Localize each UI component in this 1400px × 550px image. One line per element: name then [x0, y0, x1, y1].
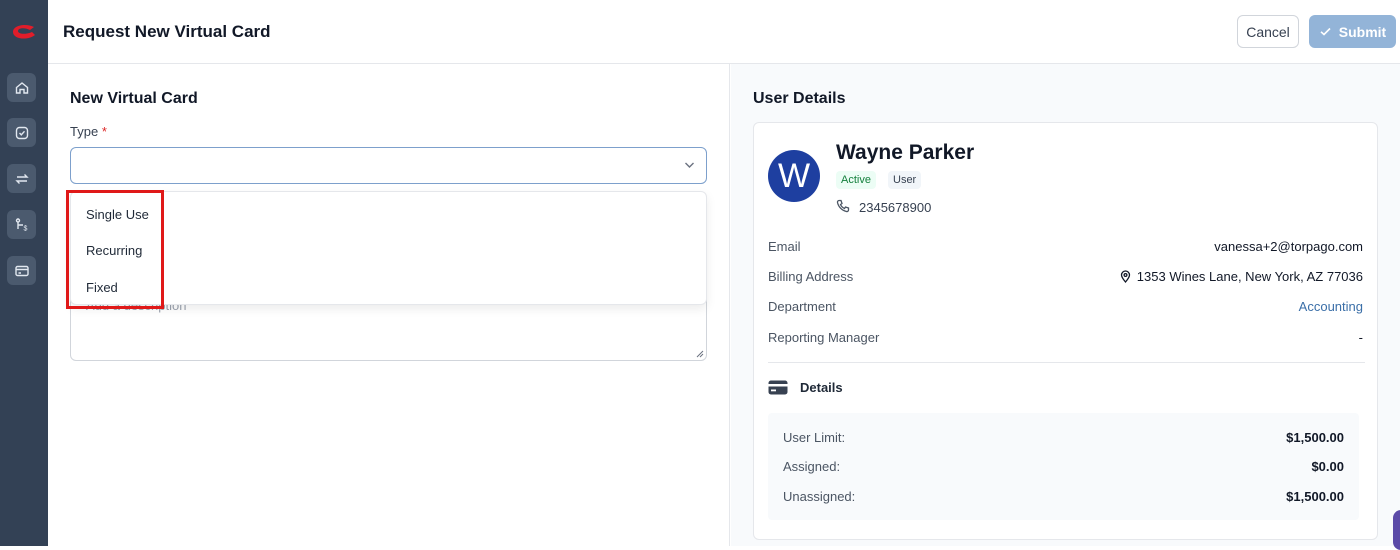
page-title: Request New Virtual Card: [63, 22, 271, 41]
chevron-down-icon: [685, 162, 694, 168]
details-header: Details: [768, 380, 843, 395]
submit-label: Submit: [1338, 23, 1387, 40]
sidebar: $: [0, 0, 48, 546]
sidebar-item-home[interactable]: [7, 73, 36, 102]
avatar: W: [768, 150, 820, 202]
role-badge: User: [888, 171, 922, 189]
sidebar-item-cards[interactable]: [7, 256, 36, 285]
status-badge: Active: [836, 171, 876, 189]
brand-logo[interactable]: [10, 22, 38, 42]
svg-text:$: $: [23, 225, 27, 232]
unassigned-value: $1,500.00: [1286, 489, 1344, 504]
billing-address-text: 1353 Wines Lane, New York, AZ 77036: [1136, 269, 1363, 284]
type-label: Type *: [70, 124, 107, 139]
help-widget-edge[interactable]: [1393, 510, 1400, 550]
email-label: Email: [768, 239, 801, 254]
check-icon: [1320, 27, 1331, 36]
limits-summary: User Limit: $1,500.00 Assigned: $0.00 Un…: [768, 413, 1359, 520]
transfer-icon: [14, 173, 29, 184]
user-details-panel: User Details W Wayne Parker Active User …: [731, 64, 1400, 546]
department-label: Department: [768, 299, 836, 314]
reporting-manager-label: Reporting Manager: [768, 330, 880, 345]
resize-handle[interactable]: [696, 350, 704, 358]
workflow-icon: $: [15, 217, 27, 232]
sidebar-item-workflows[interactable]: $: [7, 210, 36, 239]
type-label-text: Type: [70, 124, 99, 139]
billing-address-value: 1353 Wines Lane, New York, AZ 77036: [1120, 269, 1363, 284]
submit-button[interactable]: Submit: [1309, 15, 1396, 48]
user-card: W Wayne Parker Active User 2345678900 Em…: [753, 122, 1378, 540]
type-select[interactable]: [70, 147, 707, 184]
user-limit-value: $1,500.00: [1286, 430, 1344, 445]
card-icon: [14, 265, 29, 276]
phone-icon: [836, 199, 850, 213]
assigned-label: Assigned:: [783, 459, 841, 474]
details-title: Details: [800, 380, 843, 395]
page-header: Request New Virtual Card Cancel Submit: [48, 0, 1400, 64]
annotation-highlight-box: [66, 190, 164, 309]
sidebar-item-transactions[interactable]: [7, 164, 36, 193]
billing-address-label: Billing Address: [768, 269, 854, 284]
required-mark: *: [101, 124, 107, 139]
user-section-title: User Details: [753, 90, 846, 107]
type-dropdown-menu: Single Use Recurring Fixed: [70, 191, 707, 305]
check-circle-icon: [15, 126, 28, 139]
divider: [768, 362, 1365, 363]
location-pin-icon: [1120, 270, 1130, 283]
email-value: vanessa+2@torpago.com: [1214, 239, 1363, 254]
sidebar-item-approvals[interactable]: [7, 118, 36, 147]
card-icon: [768, 380, 788, 395]
department-link[interactable]: Accounting: [1299, 299, 1363, 314]
assigned-value: $0.00: [1311, 459, 1344, 474]
home-icon: [15, 81, 28, 94]
unassigned-label: Unassigned:: [783, 489, 856, 504]
user-phone: 2345678900: [859, 200, 932, 215]
user-name: Wayne Parker: [836, 141, 975, 164]
cancel-button[interactable]: Cancel: [1237, 15, 1299, 48]
user-limit-label: User Limit:: [783, 430, 846, 445]
reporting-manager-value: -: [1358, 330, 1363, 345]
form-section-title: New Virtual Card: [70, 90, 198, 107]
